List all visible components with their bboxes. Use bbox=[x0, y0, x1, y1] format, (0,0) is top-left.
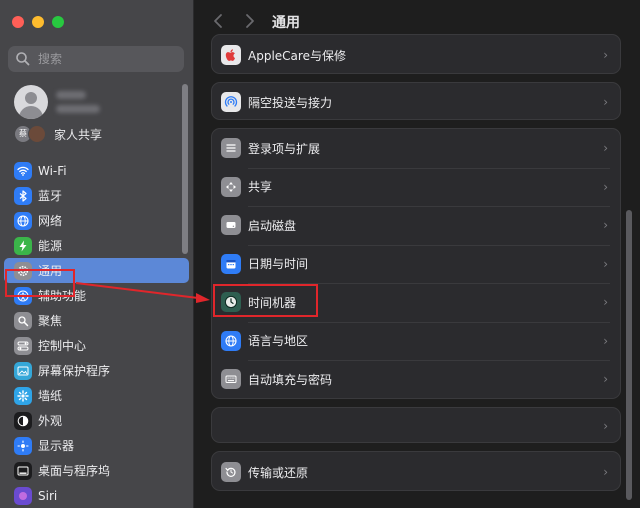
system-settings-window: 蔡 家人共享 Wi-Fi 蓝牙 网络 bbox=[0, 0, 640, 508]
annotation-arrow bbox=[75, 282, 210, 303]
